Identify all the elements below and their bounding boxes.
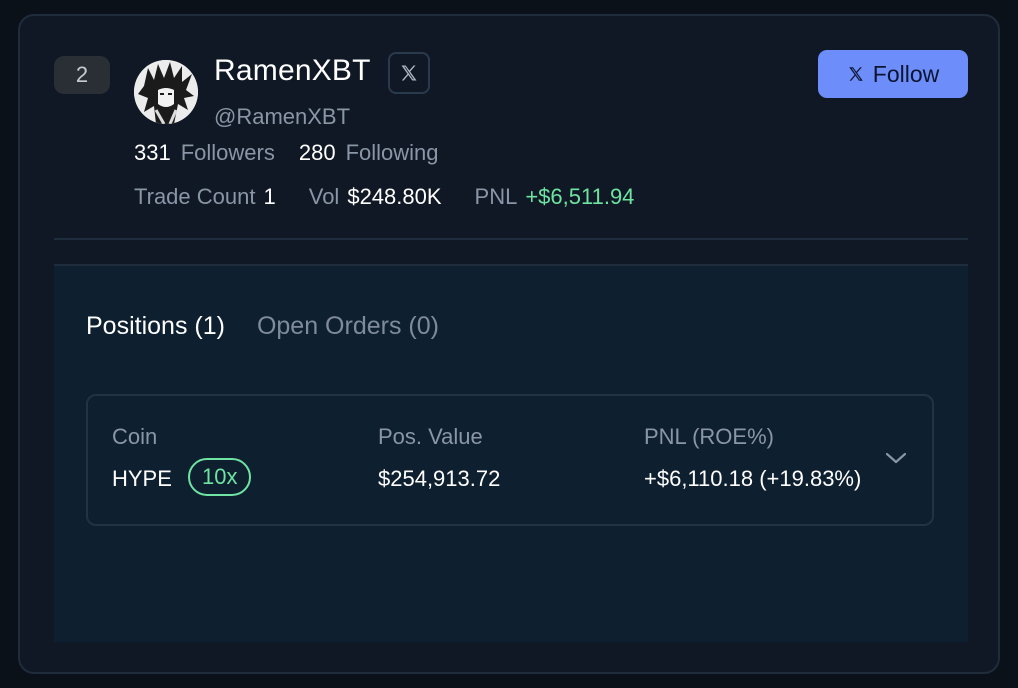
trader-handle: @RamenXBT <box>214 104 351 129</box>
followers-count: 331 <box>134 140 171 165</box>
following-label: Following <box>345 140 439 165</box>
pnl-label: PNL <box>474 184 518 209</box>
trade-count-label: Trade Count <box>134 184 256 209</box>
coin-value: HYPE <box>112 466 172 491</box>
pnl-roe-header: PNL (ROE%) <box>644 424 774 449</box>
tab-open-orders[interactable]: Open Orders (0) <box>257 312 439 341</box>
x-profile-link[interactable] <box>388 52 430 94</box>
rank-badge: 2 <box>54 56 110 94</box>
follow-stats: 331 Followers 280 Following <box>134 140 439 166</box>
pos-value-header: Pos. Value <box>378 424 483 449</box>
trade-stats: Trade Count 1 Vol $248.80K PNL +$6,511.9… <box>134 184 634 210</box>
vol-value: $248.80K <box>347 184 442 209</box>
follow-button[interactable]: Follow <box>818 50 968 98</box>
position-row[interactable]: Coin Pos. Value PNL (ROE%) HYPE 10x $254… <box>86 394 934 526</box>
follow-button-label: Follow <box>872 60 940 87</box>
trader-name[interactable]: RamenXBT <box>214 54 371 88</box>
vol-label: Vol <box>308 184 340 209</box>
pnl-value: +$6,511.94 <box>525 184 635 209</box>
positions-panel: Positions (1) Open Orders (0) Coin Pos. … <box>54 264 968 642</box>
x-logo-icon <box>849 67 863 81</box>
chevron-down-icon[interactable] <box>884 450 908 466</box>
trader-card: 2 RamenXBT @RamenXBT 331 Followers 280 F… <box>18 14 1000 674</box>
x-logo-icon <box>401 65 417 81</box>
divider <box>54 238 968 240</box>
leverage-badge: 10x <box>188 458 252 496</box>
tab-positions[interactable]: Positions (1) <box>86 312 225 341</box>
followers-label: Followers <box>180 140 275 165</box>
trade-count: 1 <box>263 184 276 209</box>
following-count: 280 <box>298 140 336 165</box>
coin-header: Coin <box>112 424 158 449</box>
pnl-roe-value: +$6,110.18 (+19.83%) <box>644 466 862 491</box>
tabs: Positions (1) Open Orders (0) <box>86 312 439 341</box>
pos-value: $254,913.72 <box>378 466 501 491</box>
avatar[interactable] <box>134 60 198 124</box>
